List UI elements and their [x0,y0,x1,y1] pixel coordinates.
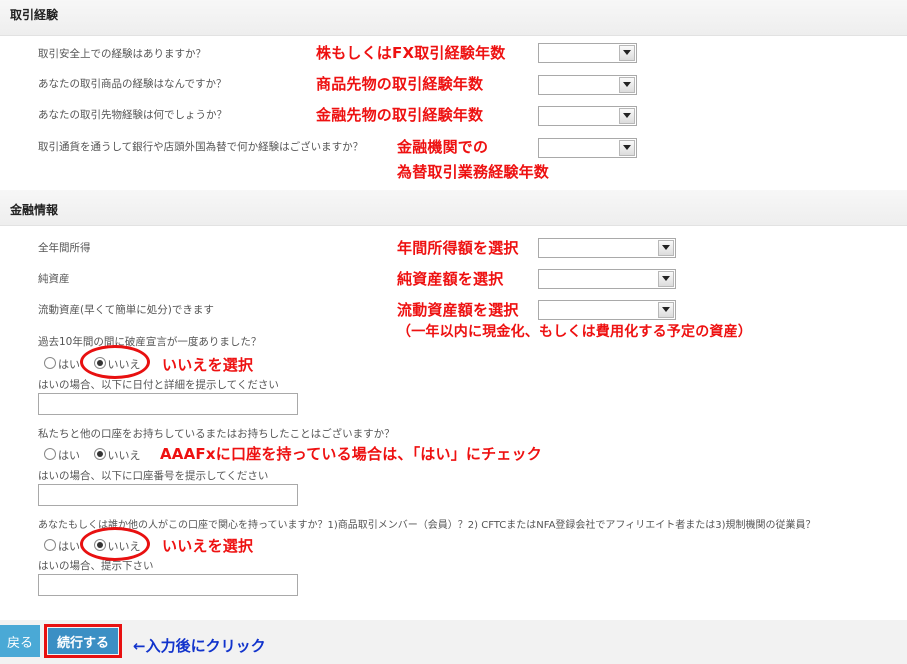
annual-income-select[interactable] [538,238,676,258]
question-label: 取引通貨を通うして銀行や店頭外国為替で何か経験はございますか？ [38,141,364,153]
income-label: 全年間所得 [38,242,91,254]
radio-icon [44,357,56,369]
chevron-down-icon [619,77,635,93]
annotation-note: 金融機関での [397,138,489,156]
section-title: 金融情報 [10,203,59,217]
chevron-down-icon [658,302,674,318]
annotation-note: いいえを選択 [162,356,254,374]
annotation-note: 商品先物の取引経験年数 [316,75,484,93]
interest-question: あなたもしくは誰か他の人がこの口座で関心を持っていますか？1)商品取引メンバー（… [38,520,816,531]
section-title: 取引経験 [10,8,59,22]
chevron-down-icon [619,140,635,156]
chevron-down-icon [658,240,674,256]
section-header-financial-info: 金融情報 [0,190,907,226]
commodity-futures-years-select[interactable] [538,75,637,95]
bankruptcy-detail-label: はいの場合、以下に日付と詳細を提示してください [38,379,279,391]
annotation-note: 流動資産額を選択 [397,301,519,319]
question-label: 取引安全上での経験はありますか？ [38,48,206,60]
account-number-input[interactable] [38,484,298,506]
financial-futures-years-select[interactable] [538,106,637,126]
chevron-down-icon [658,271,674,287]
annotation-note: 金融先物の取引経験年数 [316,106,484,124]
annotation-note: （一年以内に現金化、もしくは費用化する予定の資産） [397,324,752,340]
radio-checked-icon [93,448,106,460]
chevron-down-icon [619,108,635,124]
highlight-ellipse [80,527,150,561]
annotation-note: AAAFxに口座を持っている場合は、「はい」にチェック [160,445,542,463]
question-label: あなたの取引商品の経験はなんですか？ [38,78,227,90]
liquid-assets-label: 流動資産(早くて簡単に処分)できます [38,304,214,316]
annotation-note: 株もしくはFX取引経験年数 [316,44,506,62]
other-account-radio-group: はい いいえ [44,447,151,463]
bankruptcy-detail-input[interactable] [38,393,298,415]
other-account-yes-radio[interactable]: はい [44,448,90,462]
radio-icon [44,539,56,551]
annotation-note: 為替取引業務経験年数 [397,163,550,181]
liquid-assets-select[interactable] [538,300,676,320]
forex-business-years-select[interactable] [538,138,637,158]
annotation-note: いいえを選択 [162,537,254,555]
stock-fx-years-select[interactable] [538,43,637,63]
section-header-trading-experience: 取引経験 [0,0,907,36]
other-account-question: 私たちと他の口座をお持ちしているまたはお持ちしたことはございますか？ [38,428,395,440]
other-account-no-radio[interactable]: いいえ [93,448,151,462]
click-note: ←入力後にクリック [133,637,266,655]
other-account-detail-label: はいの場合、以下に口座番号を提示してください [38,470,269,482]
net-assets-label: 純資産 [38,273,70,285]
highlight-ellipse [80,345,150,379]
annotation-note: 年間所得額を選択 [397,239,519,257]
radio-icon [44,448,56,460]
interest-detail-label: はいの場合、提示下さい [38,560,154,572]
chevron-down-icon [619,45,635,61]
net-assets-select[interactable] [538,269,676,289]
back-button[interactable]: 戻る [0,625,40,657]
bankruptcy-question: 過去10年間の間に破産宣言が一度ありました？ [38,336,262,348]
continue-button[interactable]: 続行する [48,628,118,654]
interest-detail-input[interactable] [38,574,298,596]
question-label: あなたの取引先物経験は何でしょうか？ [38,109,227,121]
annotation-note: 純資産額を選択 [397,270,504,288]
